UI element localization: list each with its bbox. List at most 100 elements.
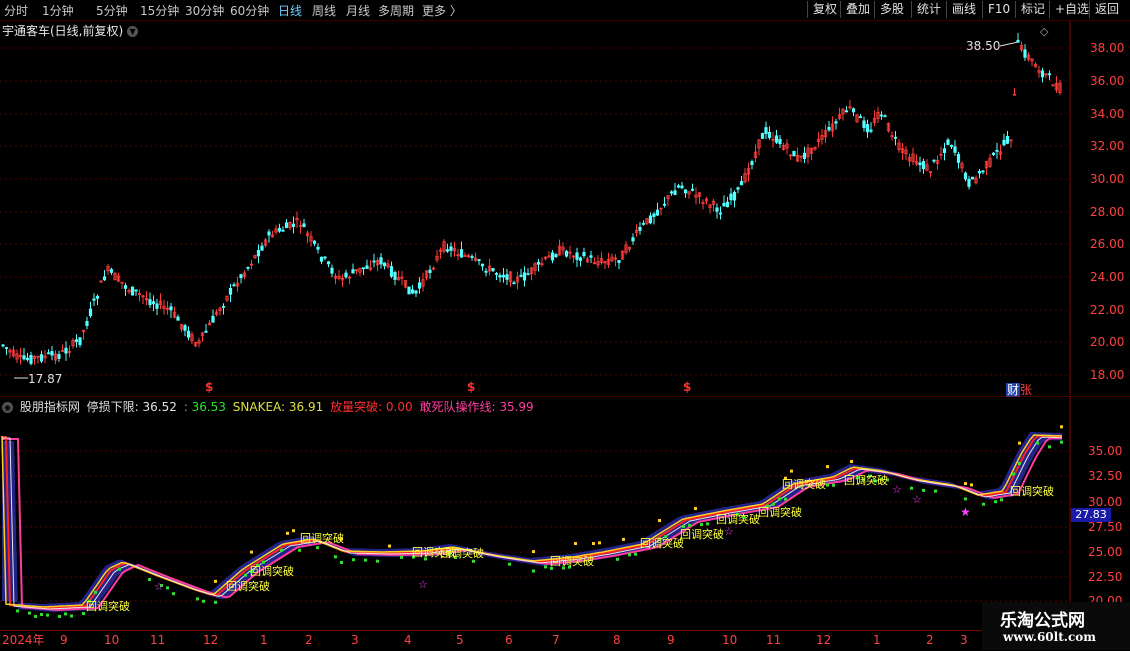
diamond-icon[interactable]: ◇ <box>1040 25 1049 38</box>
tab-weekly[interactable]: 周线 <box>312 2 336 19</box>
settings-circle-icon[interactable]: ◉ <box>2 402 13 413</box>
candle-body <box>536 261 541 265</box>
candle-body <box>578 257 583 261</box>
candle-body <box>669 191 674 194</box>
candle-body <box>862 120 866 128</box>
yellow-dot <box>574 542 577 546</box>
yellow-dot <box>286 531 289 535</box>
candle-body <box>50 351 54 356</box>
candle-body <box>1002 139 1006 146</box>
candle-body <box>74 339 79 342</box>
candle-body <box>995 150 999 152</box>
candle-body <box>246 266 250 269</box>
yellow-dot <box>1060 425 1063 429</box>
finance-tag[interactable]: 财 <box>1006 383 1021 397</box>
tab-daily[interactable]: 日线 <box>278 2 302 19</box>
green-dot <box>634 552 637 556</box>
candle-body <box>204 330 208 333</box>
tab-more[interactable]: 更多 〉 <box>422 2 462 19</box>
candle-body <box>25 357 30 360</box>
mark-button[interactable]: 标记 <box>1015 1 1050 18</box>
tab-30min[interactable]: 30分钟 <box>185 2 224 19</box>
candle-body <box>379 257 383 265</box>
green-dot <box>616 557 619 561</box>
candle-body <box>834 121 838 124</box>
candle-body <box>764 127 768 134</box>
candle-body <box>407 286 411 295</box>
green-dot <box>82 612 85 616</box>
tab-time-share[interactable]: 分时 <box>4 2 28 19</box>
candle-body <box>326 261 331 265</box>
candle-body <box>417 282 422 289</box>
tab-60min[interactable]: 60分钟 <box>230 2 269 19</box>
candle-body <box>722 202 726 207</box>
tab-1min[interactable]: 1分钟 <box>42 2 74 19</box>
indicator-chart[interactable]: 35.00 32.50 30.00 27.50 25.00 22.50 20.0… <box>0 396 1130 630</box>
candle-body <box>953 146 957 153</box>
tab-monthly[interactable]: 月线 <box>346 2 370 19</box>
add-watchlist-button[interactable]: +自选 <box>1049 1 1094 18</box>
event-mark: $ <box>683 380 691 394</box>
candle-body <box>676 185 681 188</box>
price-tick: 24.00 <box>1090 270 1124 284</box>
candle-body <box>130 286 135 296</box>
green-dot <box>280 548 283 552</box>
green-dot <box>172 592 175 596</box>
candle-body <box>92 298 96 301</box>
green-dot <box>16 609 19 613</box>
green-dot <box>400 555 403 559</box>
candle-body <box>932 159 936 162</box>
tab-multi-period[interactable]: 多周期 <box>378 2 414 19</box>
chevron-down-icon[interactable]: ▼ <box>127 26 139 37</box>
multi-stock-button[interactable]: 多股 <box>874 1 909 18</box>
price-grid <box>0 47 1070 376</box>
fuquan-button[interactable]: 复权 <box>807 1 842 18</box>
candle-body <box>774 135 779 143</box>
candle-body <box>673 190 677 196</box>
indicator-name[interactable]: 股朋指标网 <box>20 400 80 414</box>
signal-label: 回调突破 <box>1010 484 1054 498</box>
rise-tag[interactable]: 张 <box>1020 383 1032 397</box>
candle-body <box>228 287 233 295</box>
candle-body <box>648 215 653 224</box>
back-button[interactable]: 返回 <box>1089 1 1124 18</box>
candle-body <box>617 260 621 263</box>
candle-body <box>78 337 82 345</box>
candle-body <box>977 170 982 174</box>
statistics-button[interactable]: 统计 <box>911 1 946 18</box>
tab-5min[interactable]: 5分钟 <box>96 2 128 19</box>
draw-line-button[interactable]: 画线 <box>946 1 981 18</box>
green-dot <box>532 569 535 573</box>
green-dot <box>1036 441 1039 445</box>
candle-body <box>109 269 114 273</box>
price-tick: 22.00 <box>1090 303 1124 317</box>
candlestick-chart[interactable]: 38.00 36.00 34.00 32.00 30.00 28.00 26.0… <box>0 21 1130 395</box>
signal-label: 回调突破 <box>680 527 724 541</box>
green-dot <box>1012 472 1015 476</box>
signal-label: 回调突破 <box>844 473 888 487</box>
yellow-dot <box>388 544 391 548</box>
green-dot <box>262 560 265 564</box>
candle-body <box>956 153 961 163</box>
tab-15min[interactable]: 15分钟 <box>140 2 179 19</box>
green-dot <box>316 546 319 550</box>
candle-body <box>550 252 555 261</box>
f10-button[interactable]: F10 <box>982 1 1015 18</box>
yellow-dot <box>790 469 793 473</box>
candle-body <box>680 185 684 189</box>
month-label: 11 <box>766 633 781 647</box>
candle-body <box>39 354 44 362</box>
candle-body <box>725 201 730 208</box>
candle-body <box>729 193 733 201</box>
candle-body <box>564 250 569 257</box>
candle-body <box>501 274 506 278</box>
candle-body <box>869 129 873 132</box>
signal-label: 回调突破 <box>250 564 294 578</box>
candle-body <box>389 266 394 277</box>
overlay-button[interactable]: 叠加 <box>840 1 875 18</box>
month-label: 3 <box>351 633 359 647</box>
green-dot <box>1018 462 1021 466</box>
candle-body <box>491 268 495 272</box>
month-label: 2 <box>305 633 313 647</box>
candle-body <box>921 161 926 170</box>
